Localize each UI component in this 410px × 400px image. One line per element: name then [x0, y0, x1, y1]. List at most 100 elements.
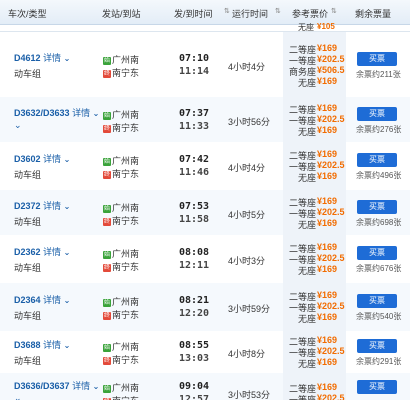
seat-price: ¥169 [317, 196, 338, 206]
buy-ticket-button[interactable]: 买票 [357, 339, 397, 353]
buy-ticket-button[interactable]: 买票 [357, 380, 397, 394]
train-number[interactable]: D4612 详情 ⌄ [14, 51, 70, 64]
chevron-down-icon[interactable]: ⌄ [64, 202, 71, 211]
arrive-time: 11:58 [178, 214, 210, 225]
depart-time: 09:04 [178, 381, 210, 392]
buy-ticket-button[interactable]: 买票 [357, 107, 397, 121]
detail-link[interactable]: 详情 [72, 108, 90, 118]
table-row: D2372 详情 ⌄ 动车组 始广州南终南宁东 07:53 11:58 4小时5分 二等座 ¥… [0, 190, 410, 236]
chevron-down-icon[interactable]: ⌄ [14, 120, 22, 131]
detail-link[interactable]: 详情 [43, 53, 61, 63]
to-station: 终南宁东 [103, 262, 140, 272]
col-stations[interactable]: 发站/到站 [102, 7, 141, 20]
buy-ticket-button[interactable]: 买票 [357, 246, 397, 260]
start-station-icon: 始 [103, 111, 111, 120]
train-type: 动车组 [14, 69, 42, 79]
buy-ticket-button[interactable]: 买票 [357, 52, 397, 66]
detail-link[interactable]: 详情 [43, 340, 61, 350]
run-duration: 4小时3分 [228, 256, 266, 266]
seat-price: ¥169 [317, 290, 338, 300]
end-station-icon: 终 [103, 356, 111, 365]
chevron-down-icon[interactable]: ⌄ [64, 248, 71, 257]
table-row: D3602 详情 ⌄ 动车组 始广州南终南宁东 07:42 11:46 4小时4分 二等座 ¥… [0, 142, 410, 191]
train-number[interactable]: D2364 详情 ⌄ [14, 293, 70, 306]
arrive-time: 12:11 [178, 260, 210, 271]
chevron-down-icon[interactable]: ⌄ [93, 382, 100, 391]
remaining-tickets: 余票约540张 [356, 312, 402, 321]
chevron-down-icon[interactable]: ⌄ [64, 155, 71, 164]
remaining-tickets: 余票约291张 [356, 357, 402, 366]
seat-price: ¥506.5 [317, 65, 345, 75]
seat-price: ¥202.5 [317, 346, 345, 356]
train-number[interactable]: D2372 详情 ⌄ [14, 199, 70, 212]
train-number[interactable]: D3688 详情 ⌄ [14, 338, 70, 351]
run-duration: 4小时4分 [228, 163, 266, 173]
arrive-time: 11:14 [178, 66, 210, 77]
chevron-down-icon[interactable]: ⌄ [64, 341, 71, 350]
train-number[interactable]: D3636/D3637 详情 ⌄ [14, 379, 99, 392]
chevron-down-icon[interactable]: ⌄ [64, 296, 71, 305]
seat-prices: 二等座 ¥169 一等座 ¥202.5 商务座 ¥506.5 无座 ¥169 [283, 32, 346, 97]
detail-link[interactable]: 详情 [43, 295, 61, 305]
arrive-time: 13:03 [178, 353, 210, 364]
train-list: 车次/类型 发站/到站 发/到时间 ⇅ 运行时间 ⇅ 参考票价 ⇅ 剩余票量 无… [0, 0, 410, 400]
chevron-down-icon[interactable]: ⌄ [64, 54, 71, 63]
chevron-down-icon[interactable]: ⌄ [14, 393, 22, 400]
detail-link[interactable]: 详情 [72, 381, 90, 391]
end-station-icon: 终 [103, 69, 111, 78]
train-number[interactable]: D3602 详情 ⌄ [14, 152, 70, 165]
train-type: 动车组 [14, 217, 42, 227]
start-station-icon: 始 [103, 157, 111, 166]
depart-time: 07:37 [178, 108, 210, 119]
start-station-icon: 始 [103, 384, 111, 393]
sort-arrows-icon[interactable]: ⇅ [275, 7, 281, 15]
buy-ticket-button[interactable]: 买票 [357, 200, 397, 214]
arrive-time: 11:33 [178, 121, 210, 132]
from-station: 始广州南 [103, 55, 140, 65]
arrive-time: 11:46 [178, 167, 210, 178]
col-train[interactable]: 车次/类型 [8, 7, 47, 20]
run-duration: 3小时59分 [228, 304, 271, 314]
run-duration: 3小时53分 [228, 390, 271, 400]
to-station: 终南宁东 [103, 68, 140, 78]
seat-price: ¥169 [317, 357, 338, 367]
seat-price: ¥169 [317, 382, 338, 392]
seat-price: ¥202.5 [317, 160, 345, 170]
train-number[interactable]: D3632/D3633 详情 ⌄ [14, 106, 99, 119]
sort-arrows-icon[interactable]: ⇅ [331, 7, 337, 15]
depart-time: 07:10 [178, 53, 210, 64]
seat-price: ¥202.5 [317, 114, 345, 124]
col-price[interactable]: 参考票价 [292, 7, 328, 20]
detail-link[interactable]: 详情 [43, 247, 61, 257]
seat-price: ¥169 [317, 218, 338, 228]
buy-ticket-button[interactable]: 买票 [357, 153, 397, 167]
detail-link[interactable]: 详情 [43, 201, 61, 211]
to-station: 终南宁东 [103, 355, 140, 365]
seat-price: ¥202.5 [317, 207, 345, 217]
train-type: 动车组 [14, 356, 42, 366]
seat-prices: 二等座 ¥169 一等座 ¥202.5 无座 ¥169 [283, 331, 346, 373]
detail-link[interactable]: 详情 [43, 154, 61, 164]
arrive-time: 12:20 [178, 308, 210, 319]
seat-name: 无座 [297, 220, 316, 230]
chevron-down-icon[interactable]: ⌄ [93, 109, 100, 118]
arrive-time: 12:57 [178, 394, 210, 400]
depart-time: 07:53 [178, 201, 210, 212]
from-station: 始广州南 [103, 383, 140, 393]
seat-prices: 二等座 ¥169 一等座 ¥202.5 无座 ¥169 [283, 97, 346, 142]
seat-price: ¥169 [317, 312, 338, 322]
table-row: D3632/D3633 详情 ⌄ ⌄ 始广州南终南宁东 07:37 11:33 3小时56… [0, 97, 410, 143]
from-station: 始广州南 [103, 342, 140, 352]
col-times[interactable]: 发/到时间 [174, 7, 213, 20]
seat-price: ¥105 [317, 22, 335, 31]
remaining-tickets: 余票约496张 [356, 171, 402, 180]
seat-prices: 二等座 ¥169 一等座 ¥202.5 无座 ¥169 [283, 283, 346, 331]
seat-prices: 二等座 ¥169 一等座 ¥202.5 无座 ¥169 [283, 235, 346, 283]
table-row: D4612 详情 ⌄ 动车组 始广州南终南宁东 07:10 11:14 4小时4分 二等座 ¥… [0, 32, 410, 98]
sort-arrows-icon[interactable]: ⇅ [224, 7, 230, 15]
col-duration[interactable]: 运行时间 [232, 7, 268, 20]
seat-price: ¥202.5 [317, 54, 345, 64]
buy-ticket-button[interactable]: 买票 [357, 294, 397, 308]
table-header: 车次/类型 发站/到站 发/到时间 ⇅ 运行时间 ⇅ 参考票价 ⇅ 剩余票量 [0, 0, 410, 25]
train-number[interactable]: D2362 详情 ⌄ [14, 245, 70, 258]
